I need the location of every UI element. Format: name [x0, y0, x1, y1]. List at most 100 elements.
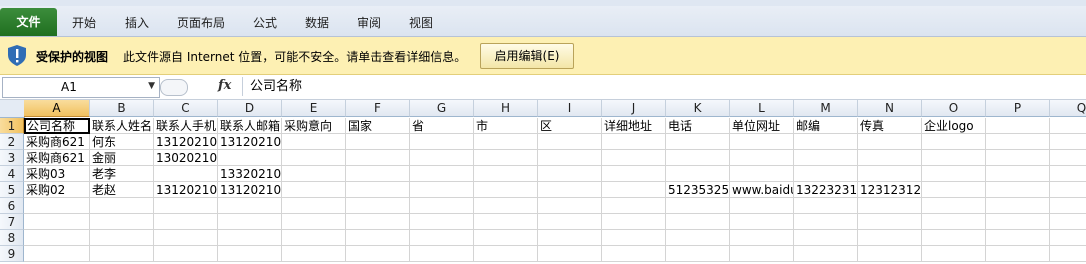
- cell-p7[interactable]: [986, 214, 1050, 230]
- cell-b2[interactable]: 何东: [90, 134, 154, 150]
- cell-o4[interactable]: [922, 166, 986, 182]
- cell-n6[interactable]: [858, 198, 922, 214]
- column-header-l[interactable]: L: [730, 100, 794, 117]
- cell-b3[interactable]: 金丽: [90, 150, 154, 166]
- row-header-3[interactable]: 3: [0, 150, 24, 166]
- cell-g4[interactable]: [410, 166, 474, 182]
- cell-f5[interactable]: [346, 182, 410, 198]
- cell-j4[interactable]: [602, 166, 666, 182]
- cell-i8[interactable]: [538, 230, 602, 246]
- cell-h7[interactable]: [474, 214, 538, 230]
- cell-e1[interactable]: 采购意向: [282, 118, 346, 134]
- cell-k8[interactable]: [666, 230, 730, 246]
- cell-k4[interactable]: [666, 166, 730, 182]
- cell-l6[interactable]: [730, 198, 794, 214]
- cell-o6[interactable]: [922, 198, 986, 214]
- cell-n4[interactable]: [858, 166, 922, 182]
- cell-b9[interactable]: [90, 246, 154, 262]
- cell-h4[interactable]: [474, 166, 538, 182]
- cell-o9[interactable]: [922, 246, 986, 262]
- column-header-b[interactable]: B: [90, 100, 154, 117]
- cell-n5[interactable]: 123123123: [858, 182, 922, 198]
- cell-q1[interactable]: [1050, 118, 1086, 134]
- cell-e8[interactable]: [282, 230, 346, 246]
- cell-d6[interactable]: [218, 198, 282, 214]
- cell-e9[interactable]: [282, 246, 346, 262]
- cell-o3[interactable]: [922, 150, 986, 166]
- cell-k1[interactable]: 电话: [666, 118, 730, 134]
- cell-h5[interactable]: [474, 182, 538, 198]
- cell-g1[interactable]: 省: [410, 118, 474, 134]
- cell-m7[interactable]: [794, 214, 858, 230]
- cell-i5[interactable]: [538, 182, 602, 198]
- cell-n3[interactable]: [858, 150, 922, 166]
- cell-o5[interactable]: [922, 182, 986, 198]
- cell-c1[interactable]: 联系人手机: [154, 118, 218, 134]
- cell-k7[interactable]: [666, 214, 730, 230]
- tab-data[interactable]: 数据: [295, 12, 339, 34]
- cell-b4[interactable]: 老李: [90, 166, 154, 182]
- cell-l9[interactable]: [730, 246, 794, 262]
- cell-c4[interactable]: [154, 166, 218, 182]
- column-header-n[interactable]: N: [858, 100, 922, 117]
- cell-m2[interactable]: [794, 134, 858, 150]
- cell-c5[interactable]: 131202104: [154, 182, 218, 198]
- cell-f7[interactable]: [346, 214, 410, 230]
- column-header-g[interactable]: G: [410, 100, 474, 117]
- cell-g7[interactable]: [410, 214, 474, 230]
- cell-n7[interactable]: [858, 214, 922, 230]
- cell-i1[interactable]: 区: [538, 118, 602, 134]
- cell-c2[interactable]: 131202106: [154, 134, 218, 150]
- cell-b6[interactable]: [90, 198, 154, 214]
- cell-e5[interactable]: [282, 182, 346, 198]
- cell-i7[interactable]: [538, 214, 602, 230]
- cell-j5[interactable]: [602, 182, 666, 198]
- cell-p2[interactable]: [986, 134, 1050, 150]
- cell-k3[interactable]: [666, 150, 730, 166]
- cell-l1[interactable]: 单位网址: [730, 118, 794, 134]
- cell-d8[interactable]: [218, 230, 282, 246]
- cell-g6[interactable]: [410, 198, 474, 214]
- select-all-corner[interactable]: [0, 100, 25, 118]
- cell-d4[interactable]: 133202104: [218, 166, 282, 182]
- cell-j3[interactable]: [602, 150, 666, 166]
- cell-j6[interactable]: [602, 198, 666, 214]
- formula-input[interactable]: 公司名称: [242, 77, 1086, 96]
- column-header-m[interactable]: M: [794, 100, 858, 117]
- cell-o2[interactable]: [922, 134, 986, 150]
- column-header-k[interactable]: K: [666, 100, 730, 117]
- cell-e6[interactable]: [282, 198, 346, 214]
- column-header-c[interactable]: C: [154, 100, 218, 117]
- tab-insert[interactable]: 插入: [115, 12, 159, 34]
- column-header-h[interactable]: H: [474, 100, 538, 117]
- row-header-7[interactable]: 7: [0, 214, 24, 230]
- cell-g2[interactable]: [410, 134, 474, 150]
- cell-f9[interactable]: [346, 246, 410, 262]
- cell-a6[interactable]: [24, 198, 90, 214]
- cell-e2[interactable]: [282, 134, 346, 150]
- cell-j8[interactable]: [602, 230, 666, 246]
- cell-d7[interactable]: [218, 214, 282, 230]
- cell-a3[interactable]: 采购商621: [24, 150, 90, 166]
- cell-o7[interactable]: [922, 214, 986, 230]
- cell-k5[interactable]: 512353253: [666, 182, 730, 198]
- cell-m6[interactable]: [794, 198, 858, 214]
- column-header-e[interactable]: E: [282, 100, 346, 117]
- cell-n8[interactable]: [858, 230, 922, 246]
- cell-p4[interactable]: [986, 166, 1050, 182]
- cell-f1[interactable]: 国家: [346, 118, 410, 134]
- cell-h8[interactable]: [474, 230, 538, 246]
- cell-c8[interactable]: [154, 230, 218, 246]
- column-header-i[interactable]: I: [538, 100, 602, 117]
- cell-c9[interactable]: [154, 246, 218, 262]
- cell-h2[interactable]: [474, 134, 538, 150]
- cell-p8[interactable]: [986, 230, 1050, 246]
- column-header-q[interactable]: Q: [1050, 100, 1086, 117]
- cell-g5[interactable]: [410, 182, 474, 198]
- cell-i2[interactable]: [538, 134, 602, 150]
- cell-m1[interactable]: 邮编: [794, 118, 858, 134]
- cell-h3[interactable]: [474, 150, 538, 166]
- cell-g3[interactable]: [410, 150, 474, 166]
- tab-formulas[interactable]: 公式: [243, 12, 287, 34]
- cell-a8[interactable]: [24, 230, 90, 246]
